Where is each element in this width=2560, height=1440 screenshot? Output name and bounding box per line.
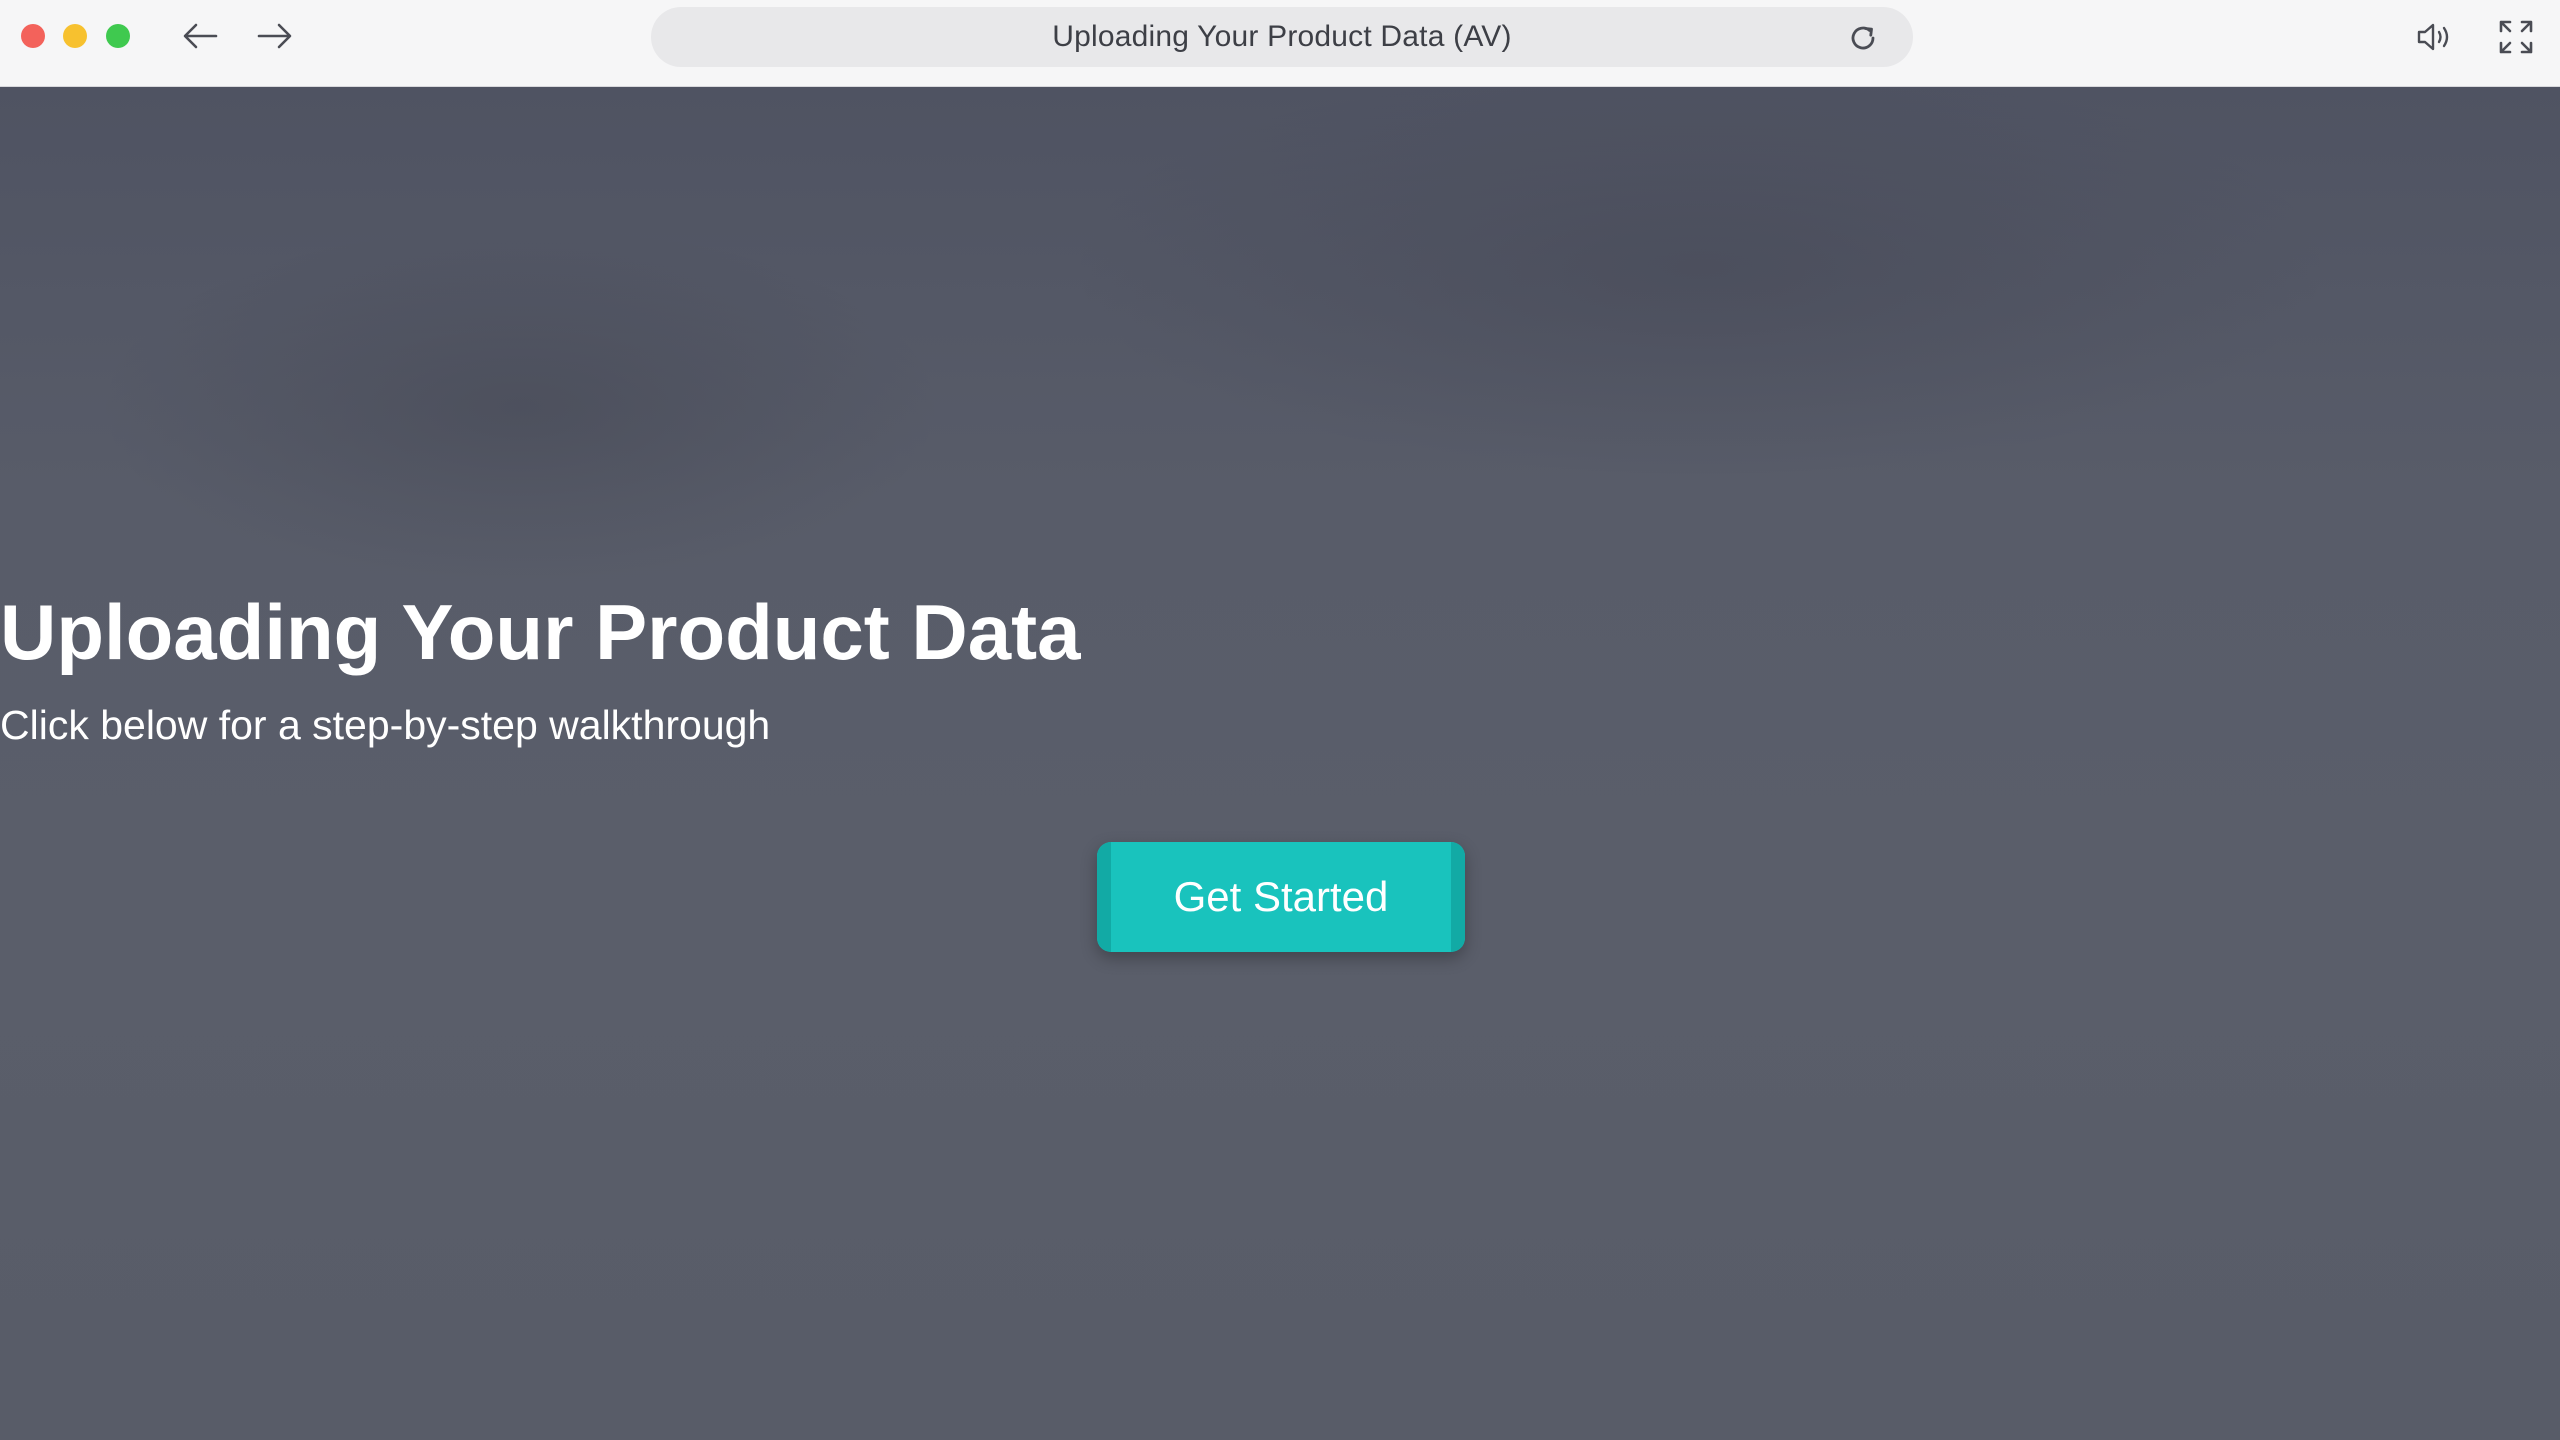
content-area: Uploading Your Product Data Click below …: [0, 87, 2560, 1440]
address-bar[interactable]: Uploading Your Product Data (AV): [651, 7, 1913, 67]
volume-button[interactable]: [2413, 15, 2457, 59]
hero-subtitle: Click below for a step-by-step walkthrou…: [0, 702, 771, 748]
app-window: Uploading Your Product Data (AV) Uploadi…: [0, 0, 2560, 1440]
forward-button[interactable]: [253, 16, 297, 56]
close-window-button[interactable]: [21, 24, 45, 48]
hero-title: Uploading Your Product Data: [0, 588, 1081, 676]
volume-icon: [2417, 23, 2449, 51]
page-title-display: Uploading Your Product Data (AV): [1052, 20, 1512, 53]
zoom-window-button[interactable]: [106, 24, 130, 48]
reload-icon: [1851, 26, 1875, 50]
fullscreen-icon: [2499, 20, 2533, 54]
arrow-left-icon: [183, 23, 218, 49]
arrow-right-icon: [257, 23, 292, 49]
fullscreen-button[interactable]: [2494, 15, 2538, 59]
back-button[interactable]: [178, 16, 222, 56]
get-started-label: Get Started: [1173, 873, 1389, 920]
minimize-window-button[interactable]: [63, 24, 87, 48]
get-started-button[interactable]: Get Started: [1097, 842, 1465, 952]
reload-button[interactable]: [1845, 20, 1881, 56]
browser-toolbar: Uploading Your Product Data (AV): [0, 0, 2560, 87]
